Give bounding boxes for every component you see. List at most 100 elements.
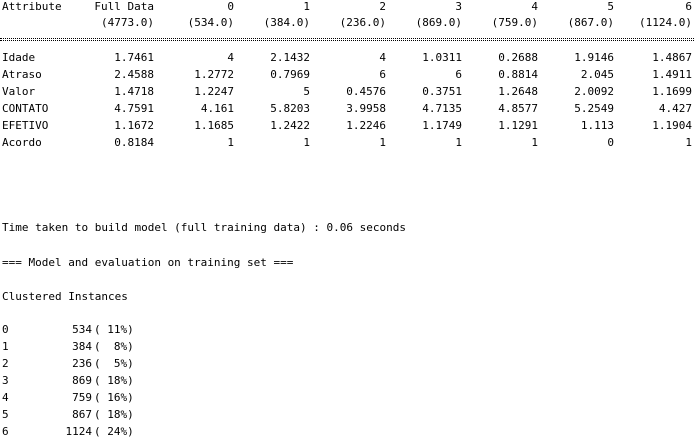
cluster-value: 1.113 (580, 119, 614, 132)
cluster-value: 2.0092 (574, 85, 614, 98)
table-row: Acordo 0.8184 1 1 1 1 1 0 1 (0, 136, 700, 150)
cluster-value: 1.2247 (194, 85, 234, 98)
clustered-instances-label: Clustered Instances (2, 290, 128, 303)
cluster-id-header: 5 (607, 0, 614, 13)
cluster-value: 1 (531, 136, 538, 149)
clustered-instance-row: 1 384( 8%) (0, 340, 700, 354)
cluster-value: 0.2688 (498, 51, 538, 64)
clusterer-output-panel: Attribute Full Data 0 1 2 3 4 5 6 (4773.0) (534.0)… (0, 0, 700, 446)
cluster-value: 3.9958 (346, 102, 386, 115)
full-data-value: 0.8184 (114, 136, 154, 149)
attribute-name: Idade (2, 51, 36, 64)
full-data-count: (4773.0) (101, 16, 154, 29)
attribute-header: Attribute (2, 0, 62, 13)
cluster-number: 5 (2, 408, 9, 421)
cluster-value: 1.1291 (498, 119, 538, 132)
instance-count: 867 (72, 408, 92, 421)
cluster-count: (384.0) (263, 16, 310, 29)
clustered-instance-row: 6 1124( 24%) (0, 425, 700, 439)
cluster-value: 4.7135 (422, 102, 462, 115)
header-separator (0, 38, 694, 41)
full-data-value: 1.4718 (114, 85, 154, 98)
time-taken-text: Time taken to build model (full training… (0, 221, 700, 235)
cluster-id-header: 1 (303, 0, 310, 13)
instance-count: 1124 (65, 425, 93, 438)
cluster-value: 1 (303, 136, 310, 149)
cluster-value: 0.3751 (422, 85, 462, 98)
instance-count: 236 (72, 357, 92, 370)
instance-percent: ( 5%) (94, 357, 134, 370)
cluster-count: (534.0) (187, 16, 234, 29)
clustered-instance-row: 4 759( 16%) (0, 391, 700, 405)
full-data-header: Full Data (94, 0, 154, 13)
attribute-name: Valor (2, 85, 36, 98)
cluster-value: 4.427 (658, 102, 692, 115)
full-data-value: 2.4588 (114, 68, 154, 81)
cluster-value: 6 (455, 68, 462, 81)
cluster-value: 1.1699 (652, 85, 692, 98)
cluster-value: 1.4867 (652, 51, 692, 64)
cluster-value: 1.4911 (652, 68, 692, 81)
cluster-value: 1.2772 (194, 68, 234, 81)
cluster-value: 2.1432 (270, 51, 310, 64)
instance-percent: ( 11%) (94, 323, 134, 336)
cluster-value: 1 (455, 136, 462, 149)
cluster-value: 1.9146 (574, 51, 614, 64)
instance-percent: ( 16%) (94, 391, 134, 404)
cluster-value: 1.2422 (270, 119, 310, 132)
instance-percent: ( 8%) (94, 340, 134, 353)
clustered-instance-row: 3 869( 18%) (0, 374, 700, 388)
cluster-count: (759.0) (491, 16, 538, 29)
cluster-value: 5.8203 (270, 102, 310, 115)
cluster-count: (869.0) (415, 16, 462, 29)
time-taken-label: Time taken to build model (full training… (2, 221, 406, 234)
cluster-value: 0.4576 (346, 85, 386, 98)
cluster-count: (867.0) (567, 16, 614, 29)
cluster-number: 2 (2, 357, 9, 370)
attribute-name: Atraso (2, 68, 42, 81)
table-row: Valor 1.4718 1.2247 5 0.4576 0.3751 1.2648 2.00… (0, 85, 700, 99)
table-row: EFETIVO 1.1672 1.1685 1.2422 1.2246 1.1749 1.1… (0, 119, 700, 133)
evaluation-heading-label: === Model and evaluation on training set… (2, 256, 294, 269)
cluster-id-header: 6 (685, 0, 692, 13)
cluster-value: 1.0311 (422, 51, 462, 64)
instance-count: 384 (72, 340, 92, 353)
cluster-value: 1 (685, 136, 692, 149)
cluster-number: 0 (2, 323, 9, 336)
clustered-instances-heading: Clustered Instances (0, 290, 700, 304)
instance-percent: ( 18%) (94, 408, 134, 421)
table-row: Atraso 2.4588 1.2772 0.7969 6 6 0.8814 2.045 1.4… (0, 68, 700, 82)
cluster-value: 6 (379, 68, 386, 81)
cluster-number: 4 (2, 391, 9, 404)
cluster-value: 1.1749 (422, 119, 462, 132)
cluster-id-header: 2 (379, 0, 386, 13)
table-count-row: (4773.0) (534.0) (384.0) (236.0) (869.0) (759… (0, 16, 700, 30)
full-data-value: 4.7591 (114, 102, 154, 115)
instance-count: 759 (72, 391, 92, 404)
clustered-instance-row: 5 867( 18%) (0, 408, 700, 422)
cluster-value: 1.2648 (498, 85, 538, 98)
cluster-value: 5 (303, 85, 310, 98)
cluster-value: 0.8814 (498, 68, 538, 81)
table-row: CONTATO 4.7591 4.161 5.8203 3.9958 4.7135 4.85… (0, 102, 700, 116)
cluster-number: 3 (2, 374, 9, 387)
cluster-value: 1 (379, 136, 386, 149)
instance-percent: ( 18%) (94, 374, 134, 387)
instance-percent: ( 24%) (94, 425, 134, 438)
cluster-value: 1.1904 (652, 119, 692, 132)
clustered-instance-row: 2 236( 5%) (0, 357, 700, 371)
cluster-value: 4 (227, 51, 234, 64)
cluster-value: 1.2246 (346, 119, 386, 132)
cluster-value: 0.7969 (270, 68, 310, 81)
cluster-value: 1.1685 (194, 119, 234, 132)
cluster-value: 4.161 (200, 102, 234, 115)
cluster-count: (1124.0) (639, 16, 692, 29)
cluster-value: 4 (379, 51, 386, 64)
attribute-name: Acordo (2, 136, 42, 149)
cluster-id-header: 0 (227, 0, 234, 13)
full-data-value: 1.7461 (114, 51, 154, 64)
attribute-name: EFETIVO (2, 119, 49, 132)
cluster-number: 6 (2, 425, 9, 438)
cluster-number: 1 (2, 340, 9, 353)
instance-count: 534 (72, 323, 92, 336)
